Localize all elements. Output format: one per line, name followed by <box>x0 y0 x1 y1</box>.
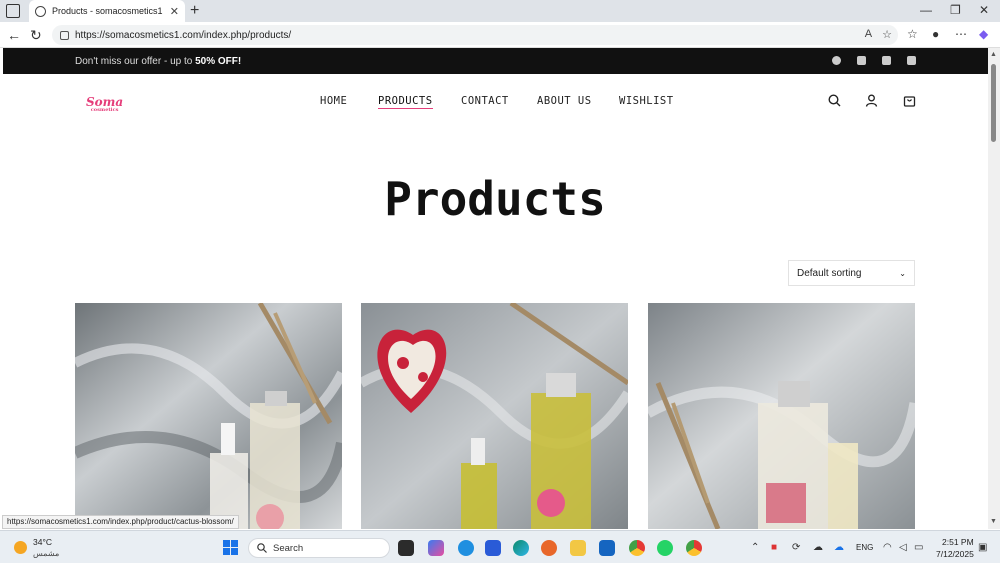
back-icon[interactable]: ← <box>7 27 21 43</box>
wifi-icon[interactable]: ◠ <box>883 542 892 553</box>
address-bar-row: ← ↻ https://somacosmetics1.com/index.php… <box>0 22 1000 48</box>
clock-date[interactable]: 7/12/2025 <box>936 549 974 559</box>
sort-select[interactable]: Default sorting ⌄ <box>788 260 915 286</box>
restore-icon[interactable]: ❐ <box>950 3 961 17</box>
new-tab-button[interactable]: + <box>190 2 199 20</box>
language-indicator[interactable]: ENG <box>856 543 873 552</box>
tiktok-icon[interactable] <box>907 56 916 65</box>
tab-title: Products - somacosmetics1 %Sho <box>52 6 164 16</box>
sun-icon[interactable] <box>14 541 27 554</box>
site-logo[interactable]: Soma cosmetics <box>86 95 123 113</box>
onedrive-icon[interactable]: ☁ <box>834 542 844 553</box>
tray-sync-icon[interactable]: ⟳ <box>792 542 800 553</box>
minimize-icon[interactable]: — <box>920 3 932 17</box>
page-title: Products <box>384 172 606 226</box>
taskbar-search[interactable]: Search <box>248 538 390 558</box>
nav-about-us[interactable]: ABOUT US <box>537 95 592 107</box>
scroll-up-icon[interactable]: ▲ <box>990 51 997 58</box>
store-icon[interactable] <box>485 540 501 556</box>
edge-icon[interactable] <box>513 540 529 556</box>
notifications-icon[interactable]: ▣ <box>978 542 987 553</box>
chrome-icon[interactable] <box>629 540 645 556</box>
nav-contact[interactable]: CONTACT <box>461 95 509 107</box>
url-text: https://somacosmetics1.com/index.php/pro… <box>75 29 292 41</box>
product-photo <box>648 303 915 529</box>
facebook-icon[interactable] <box>832 56 841 65</box>
status-url-tooltip: https://somacosmetics1.com/index.php/pro… <box>2 515 239 529</box>
browser-tab[interactable]: Products - somacosmetics1 %Sho ✕ <box>29 0 185 22</box>
favorites-icon[interactable]: ☆ <box>907 27 918 41</box>
chevron-up-icon[interactable]: ⌃ <box>751 542 759 553</box>
lock-icon <box>60 30 69 40</box>
read-aloud-icon[interactable]: A <box>865 28 872 41</box>
cloud-icon[interactable]: ☁ <box>813 542 823 553</box>
nav-products[interactable]: PRODUCTS <box>378 95 433 109</box>
whatsapp-icon[interactable] <box>657 540 673 556</box>
logo-tagline: cosmetics <box>90 107 119 113</box>
more-icon[interactable]: ⋯ <box>955 27 967 41</box>
sort-selected-value: Default sorting <box>797 267 862 279</box>
page-scrollbar[interactable]: ▲ ▼ <box>988 48 1000 529</box>
product-photo <box>361 303 628 529</box>
volume-icon[interactable]: ◁ <box>899 542 907 553</box>
close-tab-icon[interactable]: ✕ <box>170 5 179 18</box>
product-photo <box>75 303 342 529</box>
announcement-bar: Don't miss our offer - up to 50% OFF! <box>3 48 988 74</box>
taskbar: 34°C مشمس Search ⌃ ■ ⟳ ☁ ☁ ENG ◠ ◁ ▭ 2:5… <box>0 530 1000 563</box>
clock-time[interactable]: 2:51 PM <box>942 537 974 547</box>
search-icon[interactable] <box>828 94 841 110</box>
search-icon <box>257 543 267 553</box>
nav-wishlist[interactable]: WISHLIST <box>619 95 674 107</box>
tab-actions-icon[interactable] <box>6 4 20 18</box>
product-card-image[interactable] <box>75 303 342 529</box>
product-card-image[interactable] <box>361 303 628 529</box>
weather-description: مشمس <box>33 549 60 558</box>
close-window-icon[interactable]: ✕ <box>979 3 989 17</box>
announcement-text: Don't miss our offer - up to 50% OFF! <box>75 56 241 67</box>
favorite-star-icon[interactable]: ☆ <box>882 28 892 41</box>
url-field[interactable]: https://somacosmetics1.com/index.php/pro… <box>52 25 898 45</box>
weather-temperature: 34°C <box>33 537 52 547</box>
profile-icon[interactable]: ● <box>932 27 939 41</box>
refresh-icon[interactable]: ↻ <box>30 27 42 44</box>
search-placeholder: Search <box>273 542 304 554</box>
product-card-image[interactable] <box>648 303 915 529</box>
windows-start-icon[interactable] <box>223 540 238 555</box>
copilot-app-icon[interactable] <box>428 540 444 556</box>
scroll-down-icon[interactable]: ▼ <box>990 518 997 525</box>
chevron-down-icon: ⌄ <box>899 268 906 278</box>
globe-icon <box>35 5 46 17</box>
edge-dev-icon[interactable] <box>458 540 474 556</box>
outlook-icon[interactable] <box>599 540 615 556</box>
chrome-profile-icon[interactable] <box>686 540 702 556</box>
tray-app-icon[interactable]: ■ <box>771 542 777 553</box>
announcement-highlight: 50% OFF! <box>195 56 242 67</box>
announcement-prefix: Don't miss our offer - up to <box>75 56 196 67</box>
cart-icon[interactable] <box>903 94 916 110</box>
battery-icon[interactable]: ▭ <box>914 542 923 553</box>
file-explorer-icon[interactable] <box>570 540 586 556</box>
browser-tab-bar: Products - somacosmetics1 %Sho ✕ + — ❐ ✕ <box>0 0 1000 22</box>
copilot-icon[interactable]: ◆ <box>979 27 988 41</box>
email-icon[interactable] <box>882 56 891 65</box>
account-icon[interactable] <box>865 94 878 110</box>
scrollbar-thumb[interactable] <box>991 64 996 142</box>
firefox-icon[interactable] <box>541 540 557 556</box>
instagram-icon[interactable] <box>857 56 866 65</box>
task-view-icon[interactable] <box>398 540 414 556</box>
nav-home[interactable]: HOME <box>320 95 347 107</box>
